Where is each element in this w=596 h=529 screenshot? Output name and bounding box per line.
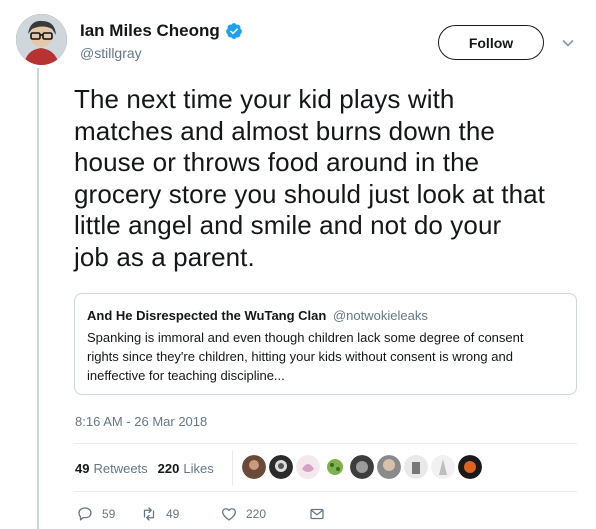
tweet-text-line: little angel and smile and not do your: [74, 210, 502, 240]
heart-icon: [221, 508, 237, 521]
tweet-stats: 49 Retweets 220 Likes: [75, 454, 224, 482]
quoted-text-line: ineffective for teaching discipline...: [87, 368, 285, 383]
reply-count: 59: [102, 507, 116, 521]
quoted-author-handle: @notwokieleaks: [332, 308, 428, 323]
avatar-image: [16, 14, 67, 65]
quoted-tweet[interactable]: And He Disrespected the WuTang Clan @not…: [74, 293, 577, 395]
direct-message-action[interactable]: [308, 505, 326, 523]
tweet-text-line: matches and almost burns down the: [74, 115, 495, 146]
liker-avatars: [242, 455, 482, 479]
tweet-text-line: grocery store you should just look at th…: [74, 178, 546, 209]
likes-stat-label: Likes: [183, 460, 214, 476]
tweet-text-line: The next time your kid plays with: [74, 84, 455, 114]
likes-stat-count: 220: [157, 460, 180, 476]
retweet-icon: [143, 507, 155, 521]
envelope-icon: [310, 508, 324, 520]
divider: [74, 443, 577, 444]
retweet-count: 49: [166, 507, 180, 521]
liker-avatar[interactable]: [242, 455, 266, 479]
retweets-stat-count: 49: [75, 460, 90, 476]
tweet-text: The next time your kid plays with matche…: [74, 84, 584, 273]
quoted-author-name: And He Disrespected the WuTang Clan: [87, 308, 327, 323]
follow-button[interactable]: Follow: [438, 25, 544, 60]
tweet-actions: 59 49 220: [76, 505, 326, 523]
tweet-text-line: house or throws food around in the: [74, 147, 480, 177]
reply-action[interactable]: 59: [76, 505, 140, 523]
divider: [74, 491, 577, 492]
quoted-text-line: Spanking is immoral and even though chil…: [87, 330, 524, 345]
liker-avatar[interactable]: [269, 455, 293, 479]
verified-badge-icon: [225, 22, 243, 40]
tweet-text-line: job as a parent.: [74, 241, 255, 272]
like-count: 220: [246, 507, 267, 521]
thread-line: [37, 68, 39, 529]
reply-icon: [78, 507, 92, 521]
quoted-tweet-text: Spanking is immoral and even though chil…: [87, 328, 564, 385]
like-action[interactable]: 220: [220, 505, 308, 523]
liker-avatar[interactable]: [458, 455, 482, 479]
liker-avatar[interactable]: [350, 455, 374, 479]
liker-avatar[interactable]: [377, 455, 401, 479]
quoted-text-line: rights since they're children, hitting y…: [87, 349, 513, 364]
author-handle[interactable]: @stillgray: [80, 45, 243, 61]
liker-avatar[interactable]: [404, 455, 428, 479]
liker-avatar[interactable]: [431, 455, 455, 479]
author-name[interactable]: Ian Miles Cheong: [80, 21, 220, 41]
liker-avatar[interactable]: [323, 455, 347, 479]
tweet-timestamp[interactable]: 8:16 AM - 26 Mar 2018: [75, 414, 207, 429]
liker-avatar[interactable]: [296, 455, 320, 479]
author-avatar[interactable]: [16, 14, 67, 65]
retweets-stat-label: Retweets: [93, 460, 148, 476]
retweets-stat[interactable]: 49 Retweets: [75, 461, 148, 476]
stats-separator: [232, 450, 233, 486]
chevron-down-icon[interactable]: [561, 36, 575, 50]
author-block: Ian Miles Cheong @stillgray: [80, 21, 243, 61]
likes-stat[interactable]: 220 Likes: [158, 461, 214, 476]
retweet-action[interactable]: 49: [140, 505, 220, 523]
